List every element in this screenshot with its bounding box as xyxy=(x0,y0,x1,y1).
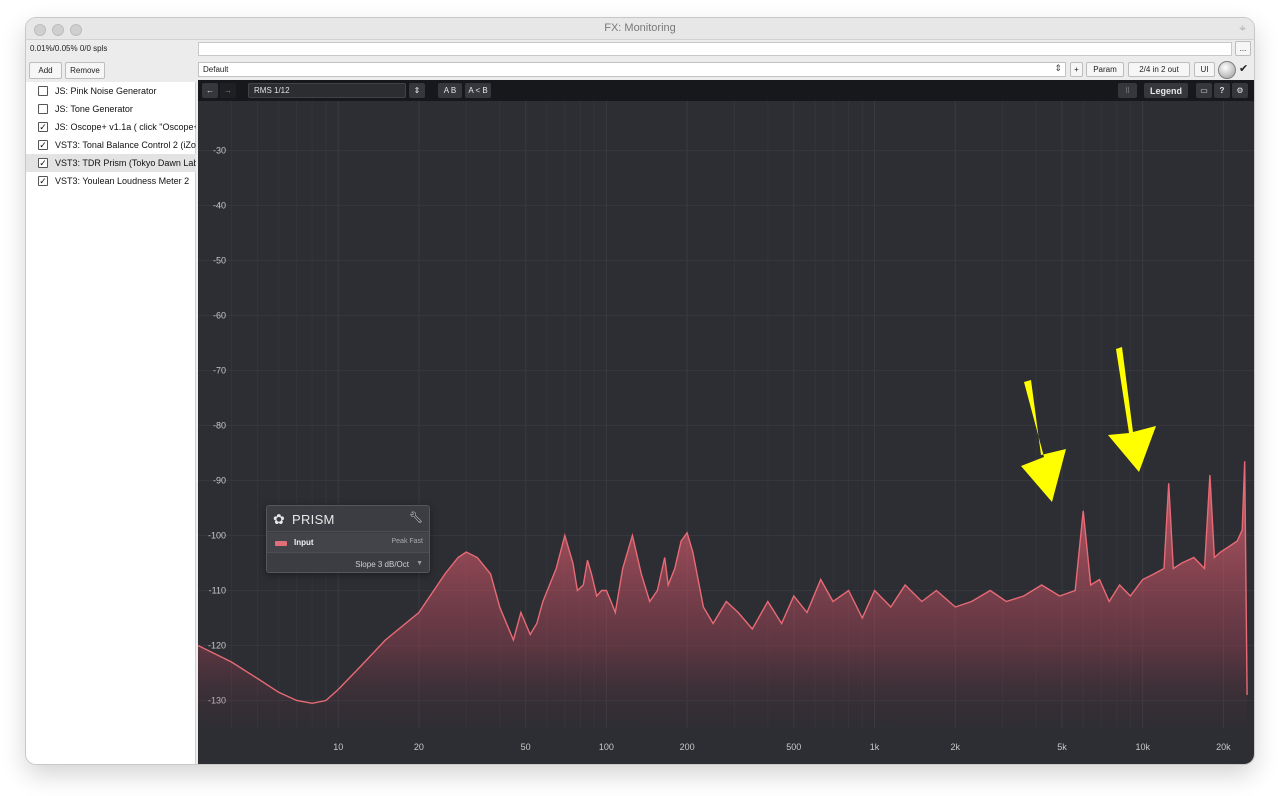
y-tick-label: -110 xyxy=(209,586,226,596)
preset-select[interactable]: Default ⇕ xyxy=(198,62,1066,77)
fx-item-tdr-prism[interactable]: ✓ VST3: TDR Prism (Tokyo Dawn Labs) xyxy=(26,154,196,172)
y-tick-label: -40 xyxy=(213,201,226,211)
copy-a-to-b-button[interactable]: A < B xyxy=(465,83,491,98)
settings-gear-icon[interactable]: ⚙ xyxy=(1232,83,1248,98)
x-tick-label: 10k xyxy=(1135,742,1150,752)
forward-arrow-icon[interactable]: → xyxy=(220,83,236,98)
bypass-check-icon[interactable]: ✔ xyxy=(1239,62,1248,75)
pin-icon[interactable]: ⌖ xyxy=(1239,21,1246,36)
fx-search-field[interactable] xyxy=(198,42,1232,56)
performance-readout: 0.01%/0.05% 0/0 spls xyxy=(30,44,108,53)
x-axis-ticks: 10 20 50 100 200 500 1k 2k 5k 10k 20k xyxy=(333,742,1231,752)
help-button[interactable]: ? xyxy=(1214,83,1230,98)
prism-legend-panel: ✿ PRISM 🔧︎ Input Peak Fast Slope 3 dB/Oc… xyxy=(266,505,430,573)
prism-logo-icon: ✿ xyxy=(273,511,285,527)
x-tick-label: 2k xyxy=(951,742,961,752)
fx-item-oscope[interactable]: ✓ JS: Oscope+ v1.1a ( click "Oscope+" to… xyxy=(26,118,196,136)
ab-button[interactable]: A B xyxy=(438,83,462,98)
prism-title: PRISM xyxy=(292,512,335,527)
fx-window: FX: Monitoring ⌖ 0.01%/0.05% 0/0 spls ..… xyxy=(26,18,1254,764)
fx-enable-checkbox[interactable]: ✓ xyxy=(38,122,48,132)
x-tick-label: 20k xyxy=(1216,742,1231,752)
fx-enable-checkbox[interactable]: ✓ xyxy=(38,158,48,168)
input-color-swatch xyxy=(275,541,287,546)
y-tick-label: -70 xyxy=(213,366,226,376)
x-tick-label: 20 xyxy=(414,742,424,752)
display-icon[interactable]: ▭ xyxy=(1196,83,1212,98)
yellow-arrow-icon xyxy=(1021,380,1066,502)
y-tick-label: -60 xyxy=(213,311,226,321)
y-tick-label: -30 xyxy=(213,146,226,156)
chevron-down-icon[interactable]: ▼ xyxy=(416,560,423,567)
fx-enable-checkbox[interactable]: ✓ xyxy=(38,140,48,150)
y-tick-label: -120 xyxy=(208,641,226,651)
back-arrow-icon[interactable]: ← xyxy=(202,83,218,98)
x-tick-label: 50 xyxy=(521,742,531,752)
fx-item-tone-generator[interactable]: JS: Tone Generator xyxy=(26,100,196,118)
fx-enable-checkbox[interactable] xyxy=(38,104,48,114)
peak-mode-label[interactable]: Peak Fast xyxy=(391,538,423,545)
spectrum-area xyxy=(198,461,1248,728)
more-options-button[interactable]: ... xyxy=(1235,41,1251,56)
plugin-area: ← → RMS 1/12 ⇕ A B A < B II Legend ▭ ? ⚙ xyxy=(198,80,1254,764)
add-preset-button[interactable]: + xyxy=(1070,62,1083,77)
x-tick-label: 10 xyxy=(333,742,343,752)
remove-fx-button[interactable]: Remove xyxy=(65,62,105,79)
wrench-icon[interactable]: 🔧︎ xyxy=(409,511,423,524)
x-tick-label: 200 xyxy=(680,742,695,752)
spectrum-analyzer[interactable]: -30-40-50-60-70-80-90-100-110-120-130 10… xyxy=(198,101,1254,764)
y-tick-label: -50 xyxy=(213,256,226,266)
legend-button[interactable]: Legend xyxy=(1144,83,1188,98)
ui-button[interactable]: UI xyxy=(1194,62,1215,77)
y-tick-label: -100 xyxy=(208,531,226,541)
y-tick-label: -80 xyxy=(213,421,226,431)
fx-item-tonal-balance[interactable]: ✓ VST3: Tonal Balance Control 2 (iZotope… xyxy=(26,136,196,154)
title-bar[interactable]: FX: Monitoring ⌖ xyxy=(26,18,1254,40)
fx-chain-list: JS: Pink Noise Generator JS: Tone Genera… xyxy=(26,82,196,764)
analysis-mode-select[interactable]: RMS 1/12 xyxy=(248,83,406,98)
fx-enable-checkbox[interactable] xyxy=(38,86,48,96)
x-tick-label: 500 xyxy=(786,742,801,752)
io-routing-button[interactable]: 2/4 in 2 out xyxy=(1128,62,1190,77)
x-tick-label: 5k xyxy=(1057,742,1067,752)
y-tick-label: -90 xyxy=(213,476,226,486)
input-label: Input xyxy=(294,538,314,547)
x-tick-label: 100 xyxy=(599,742,614,752)
add-fx-button[interactable]: Add xyxy=(29,62,62,79)
analysis-mode-value: RMS 1/12 xyxy=(254,86,290,95)
yellow-arrow-icon xyxy=(1108,347,1156,472)
mode-stepper[interactable]: ⇕ xyxy=(409,83,425,98)
fx-enable-checkbox[interactable]: ✓ xyxy=(38,176,48,186)
fx-item-pink-noise[interactable]: JS: Pink Noise Generator xyxy=(26,82,196,100)
updown-arrows-icon: ⇕ xyxy=(1054,63,1062,73)
pause-button[interactable]: II xyxy=(1118,83,1137,98)
x-tick-label: 1k xyxy=(870,742,880,752)
preset-value: Default xyxy=(203,65,229,74)
input-channel-row[interactable]: Input Peak Fast xyxy=(267,533,429,553)
wet-knob[interactable] xyxy=(1218,61,1236,79)
prism-legend-header: ✿ PRISM 🔧︎ xyxy=(267,506,429,532)
param-button[interactable]: Param xyxy=(1086,62,1124,77)
prism-toolbar: ← → RMS 1/12 ⇕ A B A < B II Legend ▭ ? ⚙ xyxy=(198,80,1254,101)
window-title: FX: Monitoring xyxy=(604,22,676,34)
fx-item-youlean[interactable]: ✓ VST3: Youlean Loudness Meter 2 xyxy=(26,172,196,190)
slope-select[interactable]: Slope 3 dB/Oct xyxy=(355,560,409,569)
